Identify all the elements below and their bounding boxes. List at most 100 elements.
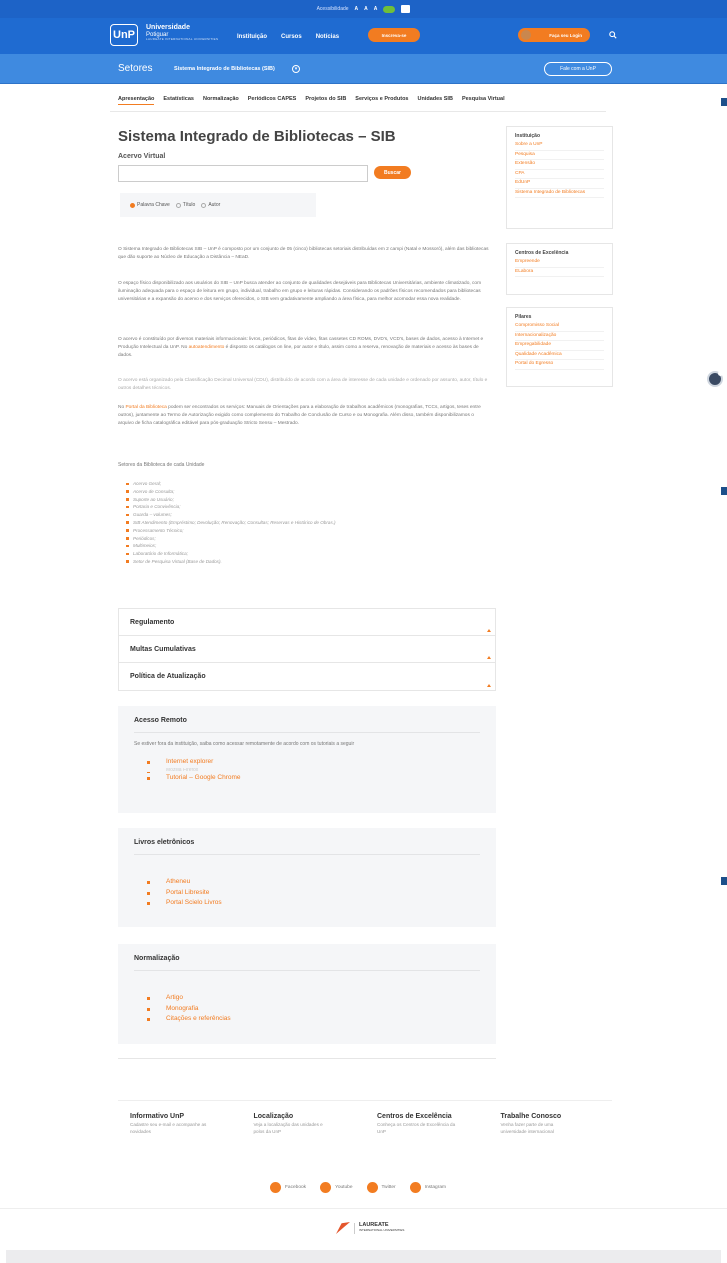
- contrast-icon[interactable]: [401, 5, 411, 13]
- sidebar-link[interactable]: Portal do Egresso: [515, 360, 604, 370]
- chat-icon[interactable]: [707, 371, 723, 387]
- fale-com-unp-button[interactable]: Fale com a UnP: [544, 62, 612, 76]
- side-widget-icon[interactable]: [721, 98, 727, 106]
- font-small-button[interactable]: A: [355, 6, 359, 12]
- normalizacao-link[interactable]: Citações e referências: [144, 1014, 480, 1025]
- footer-centros[interactable]: Centros de Excelência Conheça os Centros …: [365, 1113, 489, 1135]
- footer-title: Trabalhe Conosco: [500, 1113, 562, 1120]
- youtube-icon: [320, 1182, 332, 1193]
- facebook-icon: [270, 1182, 281, 1193]
- social-label: Instagram: [424, 1185, 446, 1190]
- sidebar-link[interactable]: Sobre a UnP: [515, 141, 604, 151]
- tab-estatisticas[interactable]: Estatísticas: [163, 96, 194, 105]
- unp-logo[interactable]: UnP: [110, 24, 138, 46]
- acervo-search-input[interactable]: [118, 165, 368, 182]
- main-nav: Instituição Cursos Notícias: [237, 34, 339, 40]
- ebook-link[interactable]: Atheneu: [144, 877, 480, 888]
- tab-pesquisa-virtual[interactable]: Pesquisa Virtual: [462, 96, 505, 105]
- panel-title: Acesso Remoto: [134, 717, 187, 724]
- libras-toggle-icon[interactable]: [383, 5, 396, 13]
- buscar-button[interactable]: Buscar: [374, 166, 411, 179]
- footer-informativo[interactable]: Informativo UnP Cadastre seu e-mail e aco…: [118, 1113, 242, 1135]
- list-item: Guarda – volumes;: [126, 511, 336, 519]
- current-sector[interactable]: Sistema Integrado de Bibliotecas (SIB): [174, 66, 275, 72]
- sidebar-title: Pilares: [515, 314, 532, 320]
- tab-servicos[interactable]: Serviços e Produtos: [355, 96, 408, 105]
- sidebar-link[interactable]: Internacionalização: [515, 332, 604, 341]
- tab-periodicos-capes[interactable]: Periódicos CAPES: [248, 96, 297, 105]
- divider: [134, 854, 480, 855]
- search-icon[interactable]: [609, 31, 617, 39]
- sidebar-instituicao: Instituição Sobre a UnP Pesquisa Extensã…: [506, 126, 613, 229]
- panel-title: Livros eletrônicos: [134, 839, 195, 846]
- ebook-link[interactable]: Portal Libresite: [144, 888, 480, 899]
- twitter-link[interactable]: Twitter: [366, 1182, 396, 1193]
- sidebar-link[interactable]: Extensão: [515, 160, 604, 170]
- setores-label: Setores da Biblioteca de cada Unidade: [118, 462, 205, 468]
- ebook-link[interactable]: Portal Scielo Livros: [144, 898, 480, 909]
- youtube-link[interactable]: Youtube: [320, 1182, 353, 1193]
- paragraph-5: No Portal da Biblioteca podem ser encont…: [118, 404, 490, 428]
- sidebar-link[interactable]: EdUnP: [515, 179, 604, 189]
- site-header: UnP Universidade Potiguar LAUREATE INTER…: [0, 18, 727, 54]
- logo-text: Universidade Potiguar LAUREATE INTERNATI…: [146, 24, 218, 42]
- facebook-link[interactable]: Facebook: [270, 1182, 306, 1193]
- sidebar-link[interactable]: CPA: [515, 170, 604, 179]
- tab-apresentacao[interactable]: Apresentação: [118, 96, 155, 105]
- nav-noticias[interactable]: Notícias: [316, 34, 339, 40]
- sidebar-link[interactable]: Pesquisa: [515, 151, 604, 160]
- laureate-name: LAUREATE: [359, 1221, 389, 1228]
- font-large-button[interactable]: A: [374, 6, 378, 12]
- font-medium-button[interactable]: A: [364, 6, 368, 12]
- arrow-icon: [487, 656, 491, 659]
- radio-autor[interactable]: Autor: [201, 202, 220, 208]
- nav-instituicao[interactable]: Instituição: [237, 34, 267, 40]
- tab-unidades[interactable]: Unidades SIB: [417, 96, 452, 105]
- divider: [134, 732, 480, 733]
- livros-eletronicos-panel: Livros eletrônicos Atheneu Portal Libres…: [118, 828, 496, 927]
- accordion-regulamento[interactable]: Regulamento: [119, 609, 495, 636]
- login-button[interactable]: Faça seu Login: [518, 28, 590, 42]
- tab-normalizacao[interactable]: Normalização: [203, 96, 239, 105]
- footer-trabalhe[interactable]: Trabalhe Conosco Venha fazer parte de uma…: [489, 1113, 613, 1135]
- list-item: Multimeios;: [126, 542, 336, 550]
- list-item: SIB Atendimento (Empréstimo; Devolução; …: [126, 519, 336, 527]
- inscreva-se-button[interactable]: Inscreva-se: [368, 28, 420, 42]
- divider: [0, 1208, 727, 1209]
- radio-titulo[interactable]: Título: [175, 202, 196, 208]
- radio-dot: [130, 202, 135, 208]
- sidebar-link[interactable]: Empregabilidade: [515, 341, 604, 351]
- footer-localizacao[interactable]: Localização Veja a localização das unidad…: [242, 1113, 366, 1135]
- sidebar-link[interactable]: Sistema Integrado de Bibliotecas: [515, 189, 604, 198]
- bottom-strip: [6, 1250, 721, 1263]
- sidebar-link[interactable]: Empreende: [515, 258, 604, 268]
- tutorial-link[interactable]: Internet explorer: [144, 757, 480, 768]
- tutorial-link[interactable]: Tutorial – Google Chrome: [144, 773, 480, 784]
- accordion-politica[interactable]: Política de Atualização: [119, 663, 495, 690]
- accordion-label: Política de Atualização: [130, 673, 206, 680]
- sidebar-link[interactable]: ELabora: [515, 268, 604, 277]
- accordion-multas[interactable]: Multas Cumulativas: [119, 636, 495, 663]
- instagram-link[interactable]: Instagram: [409, 1182, 446, 1193]
- autoatendimento-link[interactable]: autoatendimento: [189, 345, 225, 350]
- footer-text: Conheça os Centros de Excelência da UnP: [377, 1122, 456, 1134]
- sidebar-link[interactable]: Compromisso Social: [515, 322, 604, 332]
- accordion-label: Regulamento: [130, 618, 175, 626]
- side-widget-icon[interactable]: [721, 877, 727, 885]
- sidebar-link[interactable]: Qualidade Acadêmica: [515, 351, 604, 360]
- portal-biblioteca-link[interactable]: Portal da Biblioteca: [125, 405, 166, 410]
- chevron-down-icon[interactable]: ▾: [292, 65, 300, 73]
- page-title: Sistema Integrado de Bibliotecas – SIB: [118, 128, 396, 145]
- footer-text: Venha fazer parte de uma universidade in…: [500, 1122, 554, 1134]
- normalizacao-link[interactable]: Artigo: [144, 993, 480, 1004]
- nav-cursos[interactable]: Cursos: [281, 34, 302, 40]
- side-widget-icon[interactable]: [721, 487, 727, 495]
- accessibility-label: Acessibilidade: [316, 6, 349, 12]
- tab-projetos[interactable]: Projetos do SIB: [305, 96, 346, 105]
- setores-list: Acervo Geral; Acervo de Consulta; Suport…: [126, 480, 336, 566]
- normalizacao-link[interactable]: Monografia: [144, 1004, 480, 1015]
- radio-palavra-chave[interactable]: Palavra Chave: [130, 202, 170, 208]
- paragraph-3: O acervo é constituído por diversos mate…: [118, 336, 490, 360]
- laureate-logo[interactable]: LAUREATE INTERNATIONAL UNIVERSITIES: [336, 1222, 404, 1234]
- radio-label: Título: [182, 202, 196, 208]
